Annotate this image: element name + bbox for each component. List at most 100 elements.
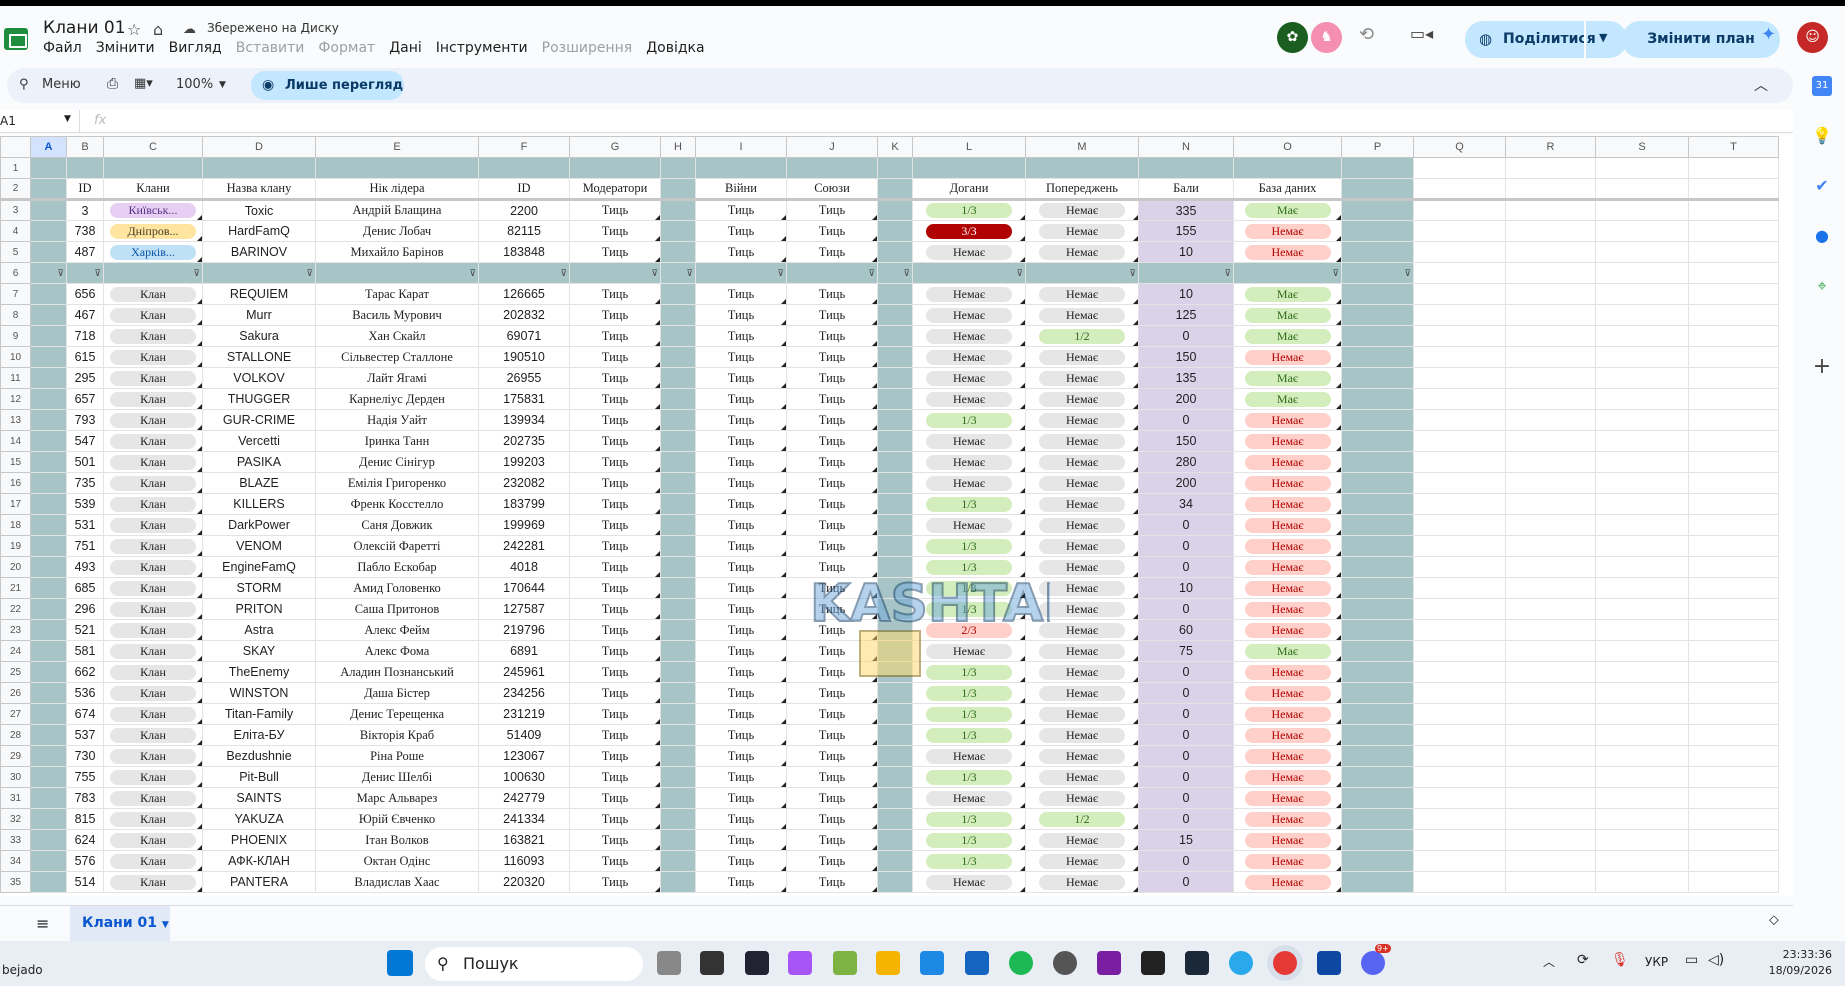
id-cell[interactable]: 537 — [66, 724, 104, 746]
unions-cell[interactable]: Тиць — [786, 703, 878, 725]
reprimands-cell[interactable]: Немає — [912, 346, 1026, 368]
database-cell[interactable]: Немає — [1233, 577, 1342, 599]
cell[interactable] — [1688, 829, 1779, 851]
warnings-cell[interactable]: Немає — [1025, 367, 1139, 389]
row-number[interactable]: 23 — [0, 619, 31, 641]
id2-cell[interactable]: 202832 — [478, 304, 570, 326]
wars-cell[interactable]: Тиць — [695, 829, 787, 851]
id2-cell[interactable]: 2200 — [478, 199, 570, 221]
unions-cell[interactable]: Тиць — [786, 409, 878, 431]
cell[interactable] — [1595, 493, 1689, 515]
points-cell[interactable]: 0 — [1138, 682, 1234, 704]
cell[interactable] — [1595, 514, 1689, 536]
clan-type-cell[interactable]: Клан — [103, 703, 203, 725]
filter-cell[interactable]: ⊽ — [569, 262, 661, 284]
clan-type-cell[interactable]: Клан — [103, 598, 203, 620]
cell[interactable] — [1595, 787, 1689, 809]
cell[interactable] — [877, 451, 913, 473]
cell[interactable] — [1505, 388, 1596, 410]
leader-cell[interactable]: Андрій Блащина — [315, 199, 479, 221]
id2-cell[interactable]: 183848 — [478, 241, 570, 263]
clan-name-cell[interactable]: WINSTON — [202, 682, 316, 704]
points-cell[interactable]: 335 — [1138, 199, 1234, 221]
cell[interactable] — [1688, 199, 1779, 221]
cell[interactable] — [1413, 409, 1506, 431]
warnings-cell[interactable]: Немає — [1025, 787, 1139, 809]
cell[interactable] — [1688, 388, 1779, 410]
cell[interactable] — [1688, 451, 1779, 473]
leader-cell[interactable]: Хан Скайл — [315, 325, 479, 347]
cell[interactable] — [1505, 199, 1596, 221]
filter-icon[interactable]: ⊽ — [469, 268, 476, 279]
row-number[interactable]: 18 — [0, 514, 31, 536]
points-cell[interactable]: 280 — [1138, 451, 1234, 473]
cell[interactable] — [660, 199, 696, 221]
filter-cell[interactable]: ⊽ — [1233, 262, 1342, 284]
clan-name-cell[interactable]: SAINTS — [202, 787, 316, 809]
filter-icon[interactable]: ⊽ — [1332, 268, 1339, 279]
cell[interactable] — [1413, 283, 1506, 305]
leader-cell[interactable]: Денис Лобач — [315, 220, 479, 242]
cell[interactable] — [30, 514, 67, 536]
clan-name-cell[interactable]: Еліта-БУ — [202, 724, 316, 746]
clan-name-cell[interactable]: Vercetti — [202, 430, 316, 452]
cell[interactable] — [1413, 598, 1506, 620]
opera-icon[interactable] — [1273, 951, 1297, 975]
table-header-cell[interactable]: Попереджень — [1025, 178, 1139, 201]
cell[interactable] — [30, 787, 67, 809]
clan-name-cell[interactable]: Sakura — [202, 325, 316, 347]
clan-type-cell[interactable]: Клан — [103, 283, 203, 305]
wars-cell[interactable]: Тиць — [695, 745, 787, 767]
cell[interactable] — [786, 157, 878, 179]
id-cell[interactable]: 674 — [66, 703, 104, 725]
cell[interactable] — [1025, 157, 1139, 179]
id2-cell[interactable]: 26955 — [478, 367, 570, 389]
cell[interactable] — [1413, 367, 1506, 389]
wars-cell[interactable]: Тиць — [695, 640, 787, 662]
document-title[interactable]: Клани 01 — [43, 18, 126, 38]
cell[interactable] — [1688, 346, 1779, 368]
id-cell[interactable]: 514 — [66, 871, 104, 893]
moderators-cell[interactable]: Тиць — [569, 640, 661, 662]
column-header[interactable]: O — [1233, 136, 1342, 158]
cell[interactable] — [1341, 346, 1414, 368]
cell[interactable] — [30, 598, 67, 620]
m365-icon[interactable] — [833, 951, 857, 975]
clan-name-cell[interactable]: Toxic — [202, 199, 316, 221]
row-number[interactable]: 19 — [0, 535, 31, 557]
database-cell[interactable]: Немає — [1233, 472, 1342, 494]
wars-cell[interactable]: Тиць — [695, 241, 787, 263]
filter-cell[interactable]: ⊽ — [315, 262, 479, 284]
clan-name-cell[interactable]: EngineFamQ — [202, 556, 316, 578]
id-cell[interactable]: 783 — [66, 787, 104, 809]
id-cell[interactable]: 718 — [66, 325, 104, 347]
cell[interactable] — [30, 850, 67, 872]
leader-cell[interactable]: Денис Терещенка — [315, 703, 479, 725]
sheet-table[interactable]: A B C D E F G H I J K L M N O P Q R S T 1 2 ID Клани Назва клану… — [0, 136, 1779, 893]
cell[interactable] — [1341, 829, 1414, 851]
app-icon[interactable] — [1097, 951, 1121, 975]
warnings-cell[interactable]: Немає — [1025, 472, 1139, 494]
cell[interactable] — [1341, 745, 1414, 767]
cell[interactable] — [1688, 724, 1779, 746]
cell[interactable] — [877, 787, 913, 809]
column-header[interactable]: R — [1505, 136, 1596, 158]
cell[interactable] — [1688, 745, 1779, 767]
id-cell[interactable]: 3 — [66, 199, 104, 221]
moderators-cell[interactable]: Тиць — [569, 871, 661, 893]
column-header[interactable]: B — [66, 136, 104, 158]
reprimands-cell[interactable]: 1/3 — [912, 766, 1026, 788]
cell[interactable] — [912, 157, 1026, 179]
cell[interactable] — [1341, 409, 1414, 431]
cell[interactable] — [1595, 871, 1689, 893]
points-cell[interactable]: 15 — [1138, 829, 1234, 851]
warnings-cell[interactable]: Немає — [1025, 283, 1139, 305]
filter-icon[interactable]: ⊽ — [1224, 268, 1231, 279]
cell[interactable] — [1505, 451, 1596, 473]
cell[interactable] — [30, 388, 67, 410]
cell[interactable] — [30, 157, 67, 179]
cell[interactable] — [660, 283, 696, 305]
row-number[interactable]: 34 — [0, 850, 31, 872]
row-number[interactable]: 24 — [0, 640, 31, 662]
cell[interactable] — [1505, 304, 1596, 326]
